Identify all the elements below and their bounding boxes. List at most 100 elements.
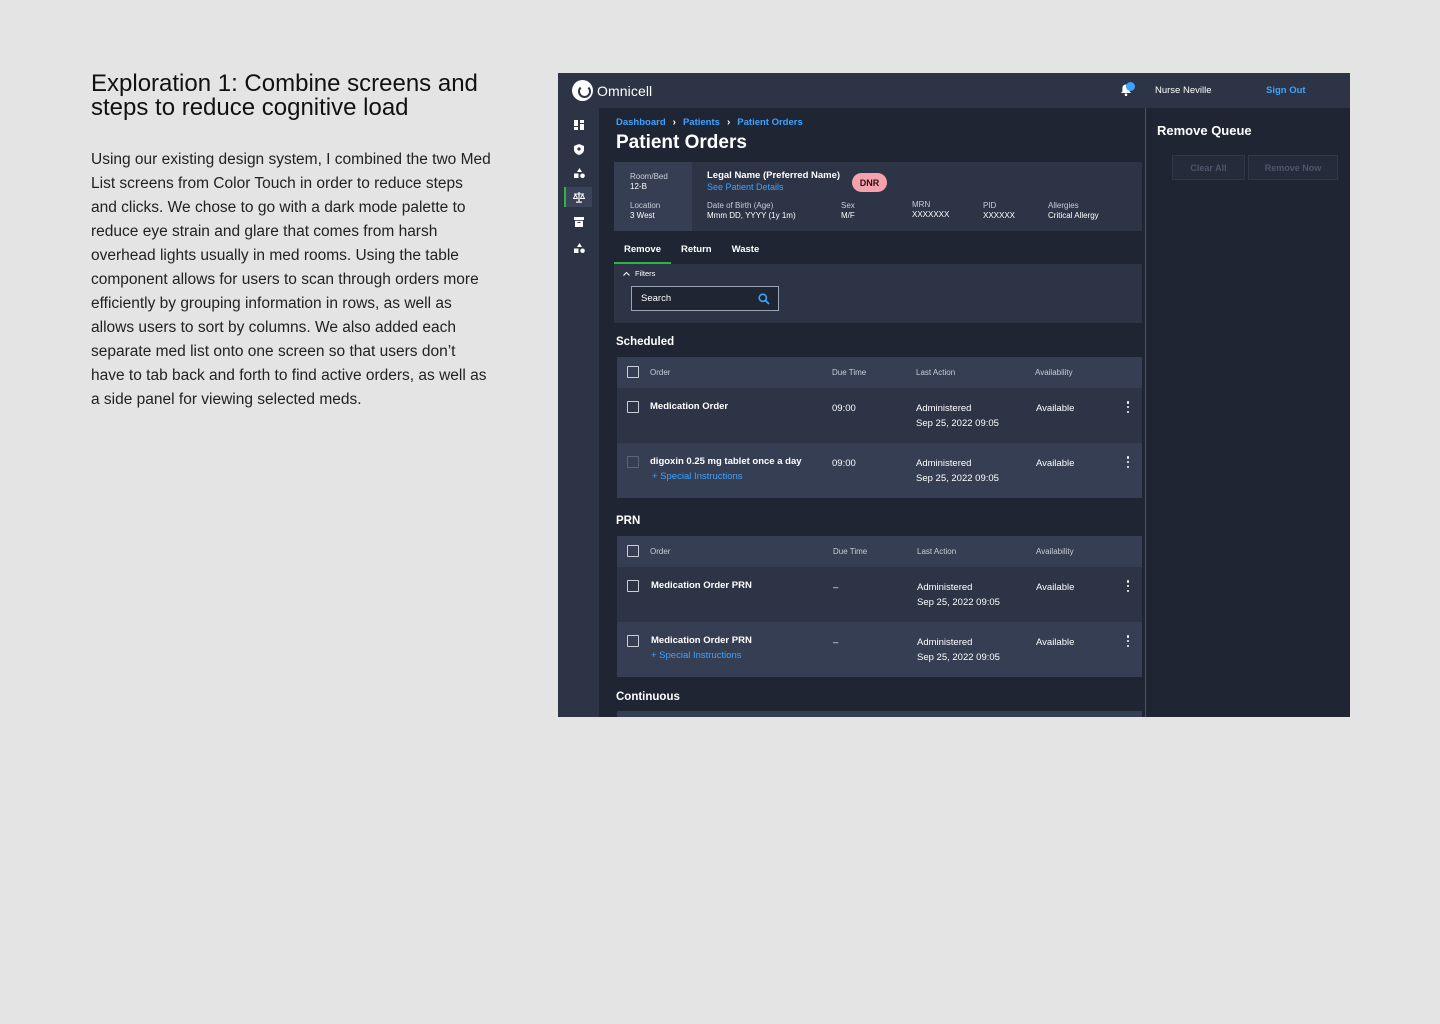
prn-table: Order Due Time Last Action Availability …	[617, 536, 1142, 677]
omnicell-logo: Omnicell	[572, 80, 652, 101]
column-order[interactable]: Order	[650, 547, 670, 556]
scheduled-table: Order Due Time Last Action Availability …	[617, 357, 1142, 498]
pid-label: PID	[983, 201, 997, 210]
breadcrumb-patients[interactable]: Patients	[683, 117, 720, 128]
nav-dashboard[interactable]	[566, 115, 592, 135]
table-row[interactable]: Medication Order PRN + Special Instructi…	[617, 622, 1142, 677]
row-checkbox[interactable]	[627, 456, 639, 468]
row-checkbox[interactable]	[627, 401, 639, 413]
mrn-value: XXXXXXX	[912, 210, 950, 219]
room-block: Room/Bed 12-B Location 3 West	[614, 162, 692, 231]
due-time: 09:00	[832, 458, 856, 469]
top-bar: Omnicell Nurse Neville Sign Out	[558, 73, 1350, 108]
last-action: Administered	[917, 582, 973, 593]
due-time: –	[833, 637, 839, 648]
table-row[interactable]: Medication Order PRN – Administered Sep …	[617, 567, 1142, 622]
more-options-icon[interactable]	[1123, 400, 1133, 414]
last-action-date: Sep 25, 2022 09:05	[916, 473, 999, 484]
order-name: Medication Order PRN	[651, 635, 752, 646]
see-patient-details-link[interactable]: See Patient Details	[707, 182, 784, 192]
patient-banner: Room/Bed 12-B Location 3 West Legal Name…	[614, 162, 1142, 231]
select-all-checkbox[interactable]	[627, 545, 639, 557]
more-options-icon[interactable]	[1123, 455, 1133, 469]
more-options-icon[interactable]	[1123, 634, 1133, 648]
allergies-value: Critical Allergy	[1048, 211, 1099, 220]
shapes-alt-icon	[573, 243, 585, 253]
scale-icon	[573, 191, 585, 203]
sex-label: Sex	[841, 201, 855, 210]
last-action-date: Sep 25, 2022 09:05	[917, 652, 1000, 663]
column-availability[interactable]: Availability	[1035, 368, 1073, 377]
archive-icon	[574, 217, 584, 227]
column-last-action[interactable]: Last Action	[917, 547, 956, 556]
sign-out-link[interactable]: Sign Out	[1266, 85, 1306, 96]
mrn-label: MRN	[912, 200, 931, 209]
breadcrumb: Dashboard › Patients › Patient Orders	[616, 117, 803, 128]
continuous-table	[617, 711, 1142, 717]
filters-toggle[interactable]: Filters	[623, 269, 655, 278]
patient-name: Legal Name (Preferred Name)	[707, 170, 841, 181]
search-input[interactable]	[632, 287, 752, 310]
more-options-icon[interactable]	[1123, 579, 1133, 593]
app-window: Omnicell Nurse Neville Sign Out Dashboar…	[558, 73, 1350, 717]
order-name: digoxin 0.25 mg tablet once a day	[650, 456, 802, 467]
breadcrumb-patient-orders[interactable]: Patient Orders	[737, 117, 802, 128]
dob-value: Mmm DD, YYYY (1y 1m)	[707, 211, 796, 220]
column-due-time[interactable]: Due Time	[833, 547, 867, 556]
order-name: Medication Order PRN	[651, 580, 752, 591]
chevron-right-icon: ›	[672, 117, 676, 128]
special-instructions-link[interactable]: + Special Instructions	[652, 471, 743, 482]
nav-security[interactable]	[566, 139, 592, 159]
special-instructions-link[interactable]: + Special Instructions	[651, 650, 742, 661]
tab-remove[interactable]: Remove	[614, 241, 671, 264]
shapes-icon	[573, 168, 585, 178]
user-name: Nurse Neville	[1155, 85, 1212, 96]
column-due-time[interactable]: Due Time	[832, 368, 866, 377]
shield-icon	[574, 143, 584, 155]
nav-archive[interactable]	[566, 212, 592, 232]
row-checkbox[interactable]	[627, 635, 639, 647]
brand-name: Omnicell	[597, 82, 653, 99]
allergies-label: Allergies	[1048, 201, 1079, 210]
nav-patient-orders[interactable]	[564, 187, 592, 207]
page-title: Patient Orders	[616, 132, 747, 153]
nav-inventory[interactable]	[566, 238, 592, 258]
due-time: –	[833, 582, 839, 593]
clear-all-button[interactable]: Clear All	[1172, 155, 1245, 180]
main-content: Dashboard › Patients › Patient Orders Pa…	[599, 108, 1147, 717]
select-all-checkbox[interactable]	[627, 366, 639, 378]
nav-items[interactable]	[566, 163, 592, 183]
remove-now-button[interactable]: Remove Now	[1248, 155, 1338, 180]
remove-queue-title: Remove Queue	[1157, 123, 1252, 138]
dashboard-icon	[574, 120, 584, 130]
logo-icon	[572, 80, 593, 101]
table-row[interactable]: digoxin 0.25 mg tablet once a day + Spec…	[617, 443, 1142, 498]
last-action: Administered	[916, 403, 972, 414]
search-box	[631, 286, 779, 311]
sex-value: M/F	[841, 211, 855, 220]
row-checkbox[interactable]	[627, 580, 639, 592]
filters-panel: Filters	[614, 264, 1142, 323]
filters-label: Filters	[635, 269, 656, 278]
last-action: Administered	[916, 458, 972, 469]
column-availability[interactable]: Availability	[1036, 547, 1074, 556]
dob-label: Date of Birth (Age)	[707, 201, 774, 210]
chevron-up-icon	[623, 271, 630, 276]
chevron-right-icon: ›	[726, 117, 731, 128]
tab-return[interactable]: Return	[671, 241, 722, 264]
breadcrumb-dashboard[interactable]: Dashboard	[616, 117, 666, 128]
pid-value: XXXXXX	[983, 211, 1016, 220]
due-time: 09:00	[832, 403, 856, 414]
location-label: Location	[630, 201, 661, 210]
side-nav	[558, 108, 599, 717]
tab-bar: Remove Return Waste	[614, 241, 769, 264]
availability: Available	[1036, 582, 1075, 593]
case-study-title: Exploration 1: Combine screens and steps…	[91, 70, 478, 121]
room-label: Room/Bed	[630, 172, 668, 181]
column-last-action[interactable]: Last Action	[916, 368, 955, 377]
column-order[interactable]: Order	[650, 368, 670, 377]
table-row[interactable]: Medication Order 09:00 Administered Sep …	[617, 388, 1142, 443]
tab-waste[interactable]: Waste	[722, 241, 770, 264]
notification-badge	[1126, 82, 1135, 91]
search-icon[interactable]	[758, 293, 770, 305]
